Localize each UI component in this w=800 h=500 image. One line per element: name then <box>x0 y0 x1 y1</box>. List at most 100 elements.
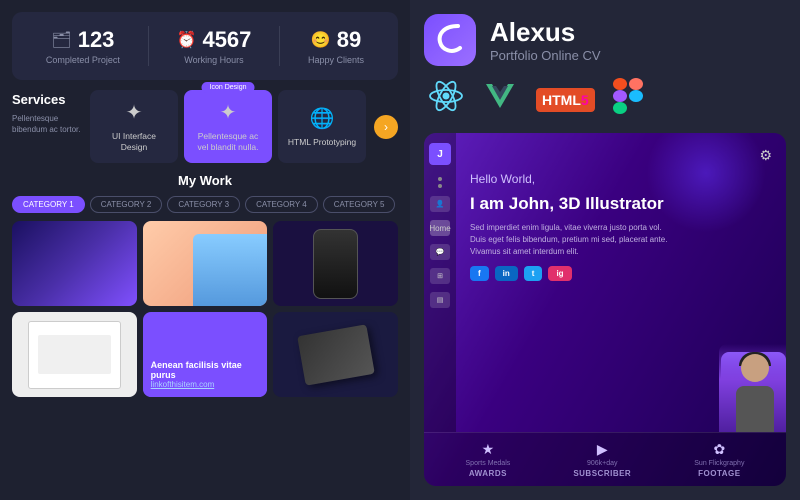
category-tab-5[interactable]: CATEGORY 5 <box>323 196 396 213</box>
category-tabs: CATEGORY 1 CATEGORY 2 CATEGORY 3 CATEGOR… <box>12 196 398 213</box>
portfolio-grid: Aenean facilisis vitae purus linkofthisi… <box>12 221 398 397</box>
stats-bar: 🗂 123 Completed Project ⏰ 4567 Working H… <box>12 12 398 80</box>
portfolio-overlay: Aenean facilisis vitae purus linkofthisi… <box>143 352 268 397</box>
card1-icon: ✦ <box>126 100 143 125</box>
portfolio-item-4[interactable] <box>12 312 137 397</box>
brand-header: Alexus Portfolio Online CV <box>424 14 786 66</box>
card-stat-awards: ★ Sports Medals AWARDS <box>466 441 511 478</box>
category-tab-4[interactable]: CATEGORY 4 <box>245 196 318 213</box>
completed-number: 123 <box>78 27 115 53</box>
card-sidebar-nav: J 👤 Home 💬 ⊞ ▤ <box>424 133 456 432</box>
card2-label: Pellentesque ac vel blandit nulla. <box>192 131 264 153</box>
card3-icon: 🌐 <box>310 106 335 131</box>
brand-name: Alexus <box>490 17 601 48</box>
brand-text-block: Alexus Portfolio Online CV <box>490 17 601 63</box>
hours-number: 4567 <box>202 27 251 53</box>
nav-dot-2 <box>438 184 442 188</box>
awards-sub: Sports Medals <box>466 460 511 467</box>
twitter-button[interactable]: t <box>524 266 543 281</box>
stat-hours: ⏰ 4567 Working Hours <box>177 27 252 65</box>
card1-label: UI Interface Design <box>98 131 170 153</box>
services-next-button[interactable]: › <box>374 115 398 139</box>
avatar-person <box>719 344 786 432</box>
tech-stack-row: HTML5 <box>424 78 786 121</box>
nav-list-icon[interactable]: ▤ <box>430 292 450 308</box>
subscriber-label: SUBSCRIBER <box>573 469 631 478</box>
awards-label: AWARDS <box>469 469 507 478</box>
service-card-3[interactable]: 🌐 HTML Prototyping <box>278 90 366 163</box>
awards-icon: ★ <box>482 441 495 458</box>
card-inner: J 👤 Home 💬 ⊞ ▤ ⚙ Hello World <box>424 133 786 432</box>
person-figure <box>725 352 785 432</box>
mywork-section: My Work CATEGORY 1 CATEGORY 2 CATEGORY 3… <box>12 173 398 488</box>
main-wrapper: 🗂 123 Completed Project ⏰ 4567 Working H… <box>0 0 800 500</box>
nav-dot-1 <box>438 177 442 181</box>
portfolio-item-3[interactable] <box>273 221 398 306</box>
services-label-block: Services Pellentesque bibendum ac tortor… <box>12 90 82 163</box>
settings-icon[interactable]: ⚙ <box>759 147 772 164</box>
stat-completed: 🗂 123 Completed Project <box>46 27 120 65</box>
clients-label: Happy Clients <box>308 55 364 65</box>
instagram-button[interactable]: ig <box>548 266 571 281</box>
html5-icon: HTML5 <box>536 88 595 112</box>
service-card-1[interactable]: ✦ UI Interface Design <box>90 90 178 163</box>
card2-icon: ✦ <box>220 100 237 125</box>
card-stats-row: ★ Sports Medals AWARDS ▶ 906k+day SUBSCR… <box>424 432 786 486</box>
card2-tag: Icon Design <box>202 82 255 93</box>
brand-tagline: Portfolio Online CV <box>490 48 601 63</box>
overlay-link[interactable]: linkofthisitem.com <box>151 380 260 389</box>
card-stat-subscriber: ▶ 906k+day SUBSCRIBER <box>573 441 631 478</box>
card-heading: I am John, 3D Illustrator <box>470 194 772 214</box>
category-tab-1[interactable]: CATEGORY 1 <box>12 196 85 213</box>
nav-person-icon[interactable]: 👤 <box>430 196 450 212</box>
social-row: f in t ig <box>470 266 772 281</box>
completed-label: Completed Project <box>46 55 120 65</box>
nav-dot-group <box>438 177 442 188</box>
service-cards: ✦ UI Interface Design Icon Design ✦ Pell… <box>90 90 366 163</box>
services-description: Pellentesque bibendum ac tortor. <box>12 113 82 135</box>
subscriber-sub: 906k+day <box>587 460 618 467</box>
linkedin-button[interactable]: in <box>495 266 518 281</box>
person-body <box>736 386 774 432</box>
footage-label: FOOTAGE <box>698 469 740 478</box>
avatar-container <box>716 342 786 432</box>
clients-number: 89 <box>337 27 361 53</box>
divider-2 <box>279 26 280 66</box>
portfolio-item-2[interactable] <box>143 221 268 306</box>
nav-grid-icon[interactable]: ⊞ <box>430 268 450 284</box>
subscriber-icon: ▶ <box>597 441 608 458</box>
card-content: ⚙ Hello World, I am John, 3D Illustrator… <box>456 133 786 432</box>
person-head <box>741 354 769 382</box>
figma-icon <box>613 78 643 121</box>
nav-home-item[interactable]: Home <box>430 220 450 236</box>
right-panel: Alexus Portfolio Online CV <box>410 0 800 500</box>
brand-logo <box>424 14 476 66</box>
portfolio-item-5[interactable]: Aenean facilisis vitae purus linkofthisi… <box>143 312 268 397</box>
footage-icon: ✿ <box>714 441 726 458</box>
card-top-bar: ⚙ <box>470 147 772 164</box>
portfolio-item-6[interactable] <box>273 312 398 397</box>
divider-1 <box>148 26 149 66</box>
portfolio-item-1[interactable] <box>12 221 137 306</box>
hours-icon: ⏰ <box>177 30 197 50</box>
nav-logo-letter[interactable]: J <box>429 143 451 165</box>
facebook-button[interactable]: f <box>470 266 489 281</box>
category-tab-2[interactable]: CATEGORY 2 <box>90 196 163 213</box>
footage-sub: Sun Flickgraphy <box>694 460 744 467</box>
hours-label: Working Hours <box>184 55 243 65</box>
stat-clients: 😊 89 Happy Clients <box>308 27 364 65</box>
nav-chat-icon[interactable]: 💬 <box>430 244 450 260</box>
completed-icon: 🗂 <box>51 30 71 50</box>
category-tab-3[interactable]: CATEGORY 3 <box>167 196 240 213</box>
card-description: Sed imperdiet enim ligula, vitae viverra… <box>470 222 670 258</box>
card-stat-footage: ✿ Sun Flickgraphy FOOTAGE <box>694 441 744 478</box>
overlay-title: Aenean facilisis vitae purus <box>151 360 260 380</box>
mywork-title: My Work <box>12 173 398 188</box>
services-section: Services Pellentesque bibendum ac tortor… <box>12 90 398 163</box>
vue-icon <box>482 78 518 121</box>
services-title: Services <box>12 92 82 107</box>
cv-card: J 👤 Home 💬 ⊞ ▤ ⚙ Hello World <box>424 133 786 486</box>
clients-icon: 😊 <box>311 30 331 50</box>
service-card-2[interactable]: Icon Design ✦ Pellentesque ac vel blandi… <box>184 90 272 163</box>
left-panel: 🗂 123 Completed Project ⏰ 4567 Working H… <box>0 0 410 500</box>
